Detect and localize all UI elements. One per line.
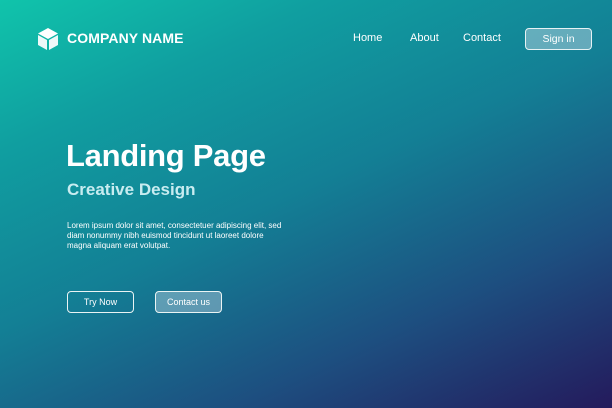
nav-contact-link[interactable]: Contact xyxy=(463,32,501,45)
hero-subtitle: Creative Design xyxy=(67,180,196,199)
nav-home-link[interactable]: Home xyxy=(353,32,382,45)
hero-body-text: Lorem ipsum dolor sit amet, consectetuer… xyxy=(67,221,292,251)
try-now-button[interactable]: Try Now xyxy=(67,291,134,313)
hero-title: Landing Page xyxy=(66,138,266,173)
hero-body-line: Lorem ipsum dolor sit amet, consectetuer… xyxy=(67,221,282,230)
nav-about-link[interactable]: About xyxy=(410,32,439,45)
cube-icon[interactable] xyxy=(37,27,59,51)
hero-body-line: diam nonummy nibh euismod tincidunt ut l… xyxy=(67,231,264,240)
sign-in-button[interactable]: Sign in xyxy=(525,28,592,50)
contact-us-button[interactable]: Contact us xyxy=(155,291,222,313)
landing-page: COMPANY NAME Home About Contact Sign in … xyxy=(0,0,612,408)
company-name[interactable]: COMPANY NAME xyxy=(67,30,184,46)
hero-body-line: magna aliquam erat volutpat. xyxy=(67,241,171,250)
